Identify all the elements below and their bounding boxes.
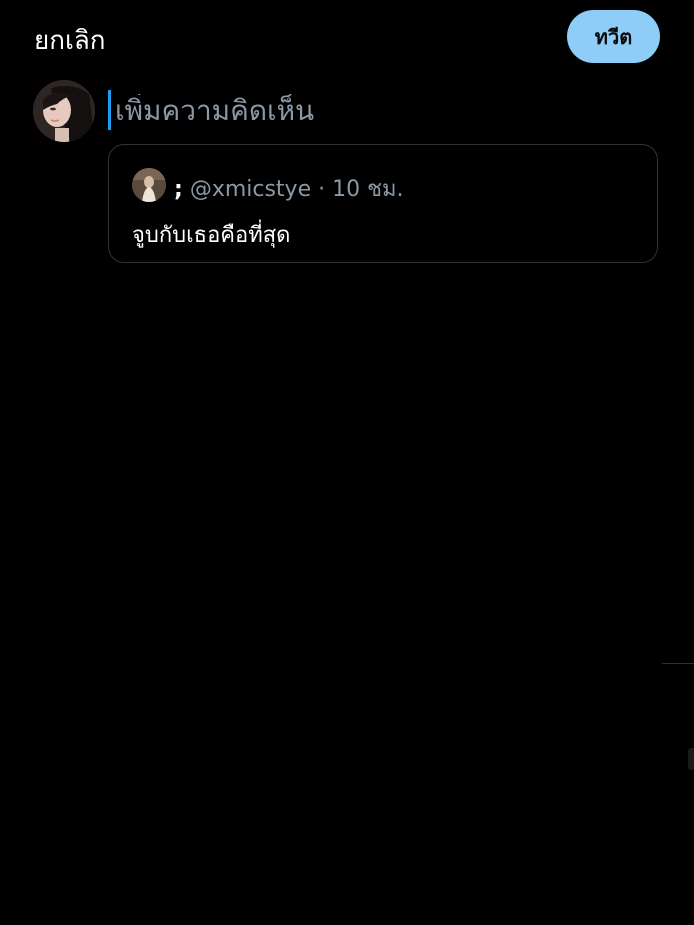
meta-separator: · — [318, 177, 326, 202]
compose-area — [108, 88, 635, 132]
text-caret — [108, 90, 111, 130]
quoted-avatar-image — [132, 168, 166, 202]
user-avatar[interactable] — [33, 80, 95, 142]
quoted-tweet-card[interactable]: ; @xmicstye · 10 ชม. จูบกับเธอคือที่สุด — [108, 144, 658, 263]
divider — [662, 663, 694, 664]
quoted-handle: @xmicstye — [189, 177, 312, 202]
quoted-tweet-meta: ; @xmicstye · 10 ชม. — [174, 171, 404, 206]
edge-handle — [688, 748, 694, 770]
quoted-user-avatar — [132, 168, 166, 202]
avatar-image — [33, 80, 95, 142]
quoted-tweet-text: จูบกับเธอคือที่สุด — [132, 223, 291, 248]
quoted-display-name: ; — [174, 177, 183, 202]
comment-input[interactable] — [115, 93, 635, 127]
tweet-button[interactable]: ทวีต — [567, 10, 660, 63]
cancel-button[interactable]: ยกเลิก — [34, 20, 106, 61]
quoted-timestamp: 10 ชม. — [332, 177, 404, 202]
compose-header: ยกเลิก ทวีต — [0, 0, 694, 76]
